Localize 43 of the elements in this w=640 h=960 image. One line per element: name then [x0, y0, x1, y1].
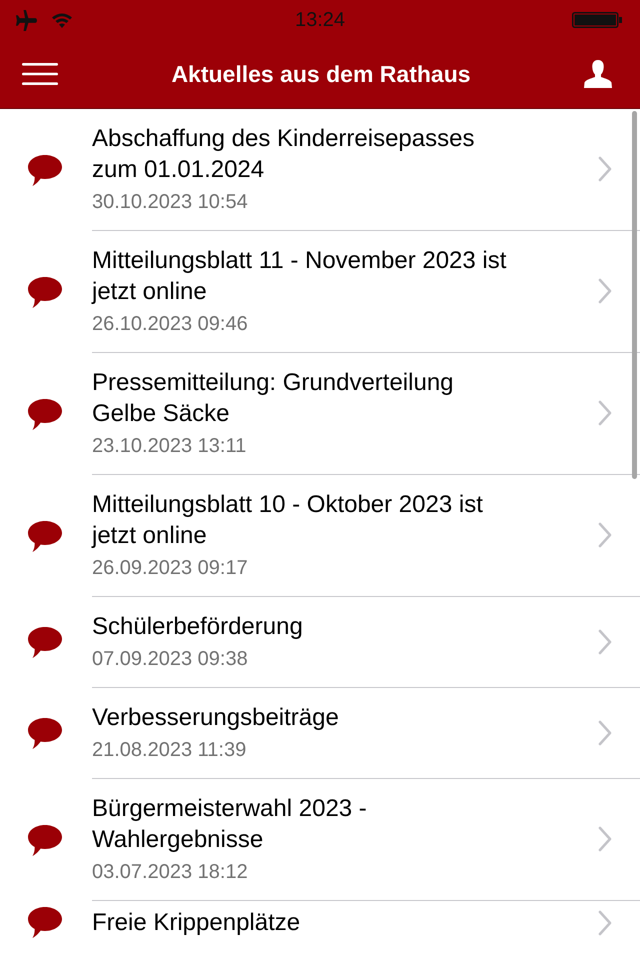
- wifi-icon: [51, 12, 73, 28]
- chevron-right-icon: [598, 910, 612, 936]
- chevron-right-icon: [598, 522, 612, 548]
- speech-bubble-icon: [28, 154, 62, 186]
- airplane-icon: [14, 10, 37, 30]
- news-date: 03.07.2023 18:12: [92, 860, 249, 885]
- news-title: Pressemitteilung: Grundverteilung Gelbe Säcke: [92, 368, 455, 429]
- news-date: 23.10.2023 13:11: [92, 434, 248, 459]
- news-item[interactable]: Verbesserungsbeiträge 21.08.2023 11:39: [0, 688, 640, 779]
- battery-icon: [572, 12, 622, 28]
- status-time: 13:24: [294, 8, 346, 32]
- news-date: 07.09.2023 09:38: [92, 647, 249, 672]
- news-title: Verbesserungsbeiträge: [92, 703, 340, 733]
- chevron-right-icon: [598, 156, 612, 182]
- news-title: Schülerbeförderung: [92, 612, 304, 642]
- nav-title: Aktuelles aus dem Rathaus: [171, 60, 471, 88]
- speech-bubble-icon: [28, 276, 62, 308]
- news-title: Bürgermeisterwahl 2023 - Wahlergebnisse: [92, 794, 368, 855]
- person-icon: [584, 60, 612, 88]
- news-title: Freie Krippenplätze: [92, 908, 302, 938]
- speech-bubble-icon: [28, 520, 62, 552]
- news-date: 30.10.2023 10:54: [92, 190, 249, 215]
- news-date: 26.09.2023 09:17: [92, 556, 249, 581]
- speech-bubble-icon: [28, 627, 62, 658]
- menu-icon: [22, 63, 58, 85]
- chevron-right-icon: [598, 400, 612, 426]
- news-date: 21.08.2023 11:39: [92, 738, 248, 763]
- chevron-right-icon: [598, 628, 612, 654]
- news-item[interactable]: Schülerbeförderung 07.09.2023 09:38: [0, 597, 640, 688]
- news-item[interactable]: Bürgermeisterwahl 2023 - Wahlergebnisse 03.07.2023 18:12: [0, 779, 640, 901]
- news-title: Mitteilungsblatt 10 - Oktober 2023 ist jetzt online: [92, 490, 484, 551]
- chevron-right-icon: [598, 826, 612, 852]
- news-title: Abschaffung des Kinderreisepasses zum 01.01.2024: [92, 124, 476, 185]
- news-item[interactable]: Freie Krippenplätze: [0, 901, 640, 944]
- news-item[interactable]: Mitteilungsblatt 10 - Oktober 2023 ist jetzt online 26.09.2023 09:17: [0, 475, 640, 597]
- speech-bubble-icon: [28, 824, 62, 856]
- chevron-right-icon: [598, 278, 612, 304]
- speech-bubble-icon: [28, 718, 62, 749]
- speech-bubble-icon: [28, 398, 62, 430]
- news-title: Mitteilungsblatt 11 - November 2023 ist jetzt online: [92, 246, 508, 307]
- chevron-right-icon: [598, 720, 612, 746]
- news-date: 26.10.2023 09:46: [92, 312, 249, 337]
- speech-bubble-icon: [28, 907, 62, 938]
